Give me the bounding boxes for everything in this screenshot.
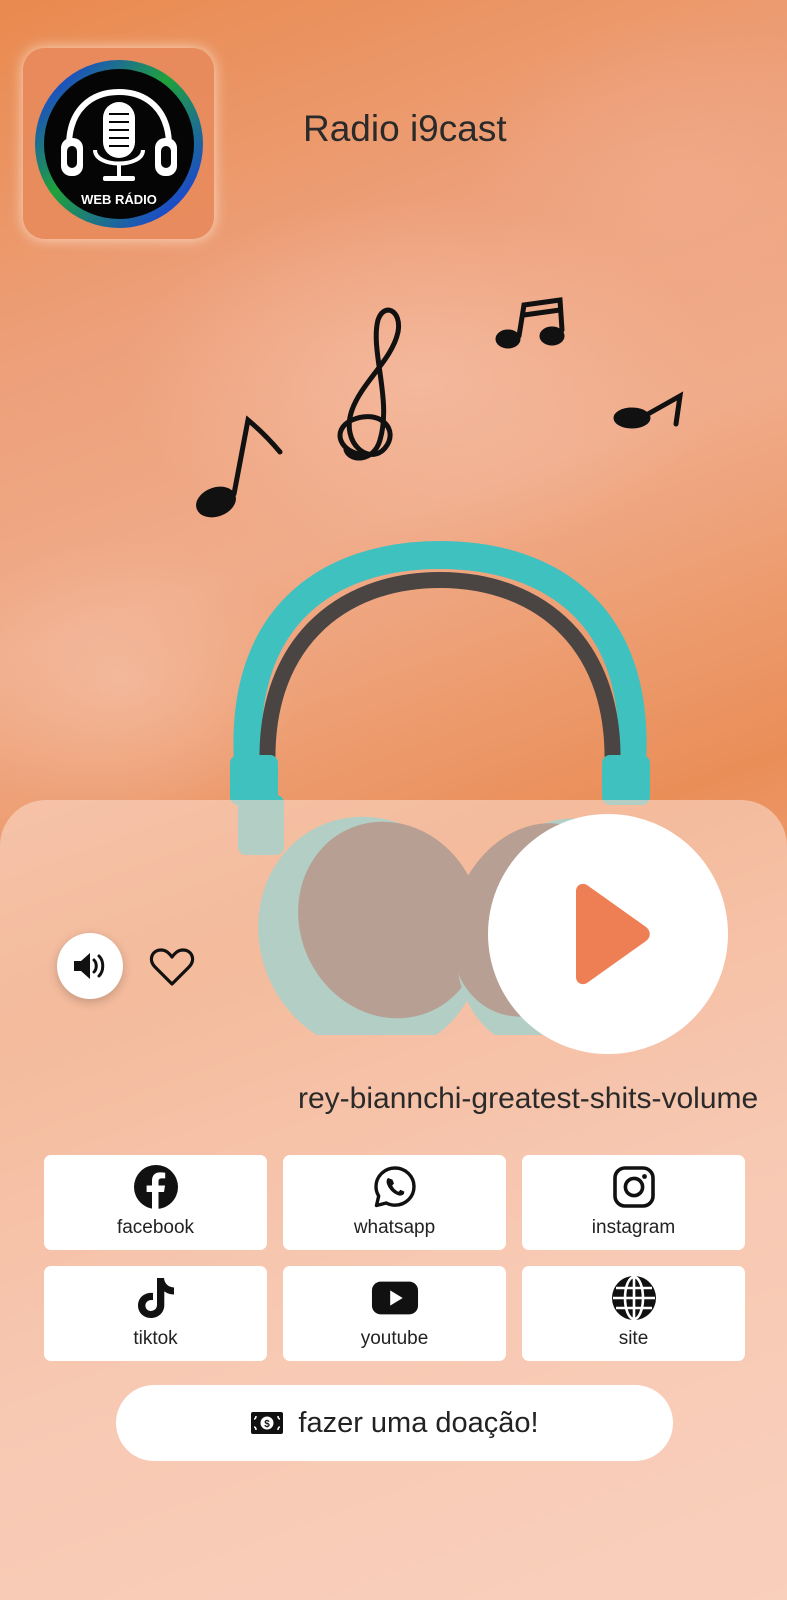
music-notes-illustration <box>196 297 684 518</box>
heart-icon <box>149 948 195 986</box>
play-button[interactable] <box>488 814 728 1054</box>
donate-button[interactable]: $ fazer uma doação! <box>116 1385 673 1461</box>
youtube-button[interactable]: youtube <box>283 1266 506 1361</box>
youtube-icon <box>371 1274 419 1322</box>
track-title: rey-biannchi-greatest-shits-volume <box>298 1082 759 1115</box>
whatsapp-label: whatsapp <box>353 1217 436 1238</box>
donate-label: fazer uma doação! <box>298 1406 539 1439</box>
tiktok-icon <box>132 1274 180 1322</box>
treble-clef-icon <box>337 307 402 461</box>
globe-icon <box>610 1274 658 1322</box>
instagram-icon <box>610 1163 658 1211</box>
site-label: site <box>618 1328 649 1349</box>
site-button[interactable]: site <box>522 1266 745 1361</box>
facebook-label: facebook <box>116 1217 195 1238</box>
social-links-grid: facebook whatsapp instagram tiktok youtu… <box>44 1155 745 1361</box>
instagram-label: instagram <box>591 1217 676 1238</box>
favorite-button[interactable] <box>148 943 196 991</box>
facebook-icon <box>132 1163 180 1211</box>
facebook-button[interactable]: facebook <box>44 1155 267 1250</box>
svg-text:$: $ <box>265 1419 271 1430</box>
whatsapp-icon <box>371 1163 419 1211</box>
volume-button[interactable] <box>57 933 123 999</box>
whatsapp-button[interactable]: whatsapp <box>283 1155 506 1250</box>
volume-icon <box>74 953 105 979</box>
money-icon: $ <box>251 1412 284 1434</box>
play-icon <box>576 883 650 985</box>
music-note-icon <box>613 407 651 429</box>
instagram-button[interactable]: instagram <box>522 1155 745 1250</box>
tiktok-button[interactable]: tiktok <box>44 1266 267 1361</box>
music-note-icon <box>196 486 236 518</box>
tiktok-label: tiktok <box>133 1328 178 1349</box>
beamed-note-icon <box>495 329 521 349</box>
youtube-label: youtube <box>360 1328 429 1349</box>
